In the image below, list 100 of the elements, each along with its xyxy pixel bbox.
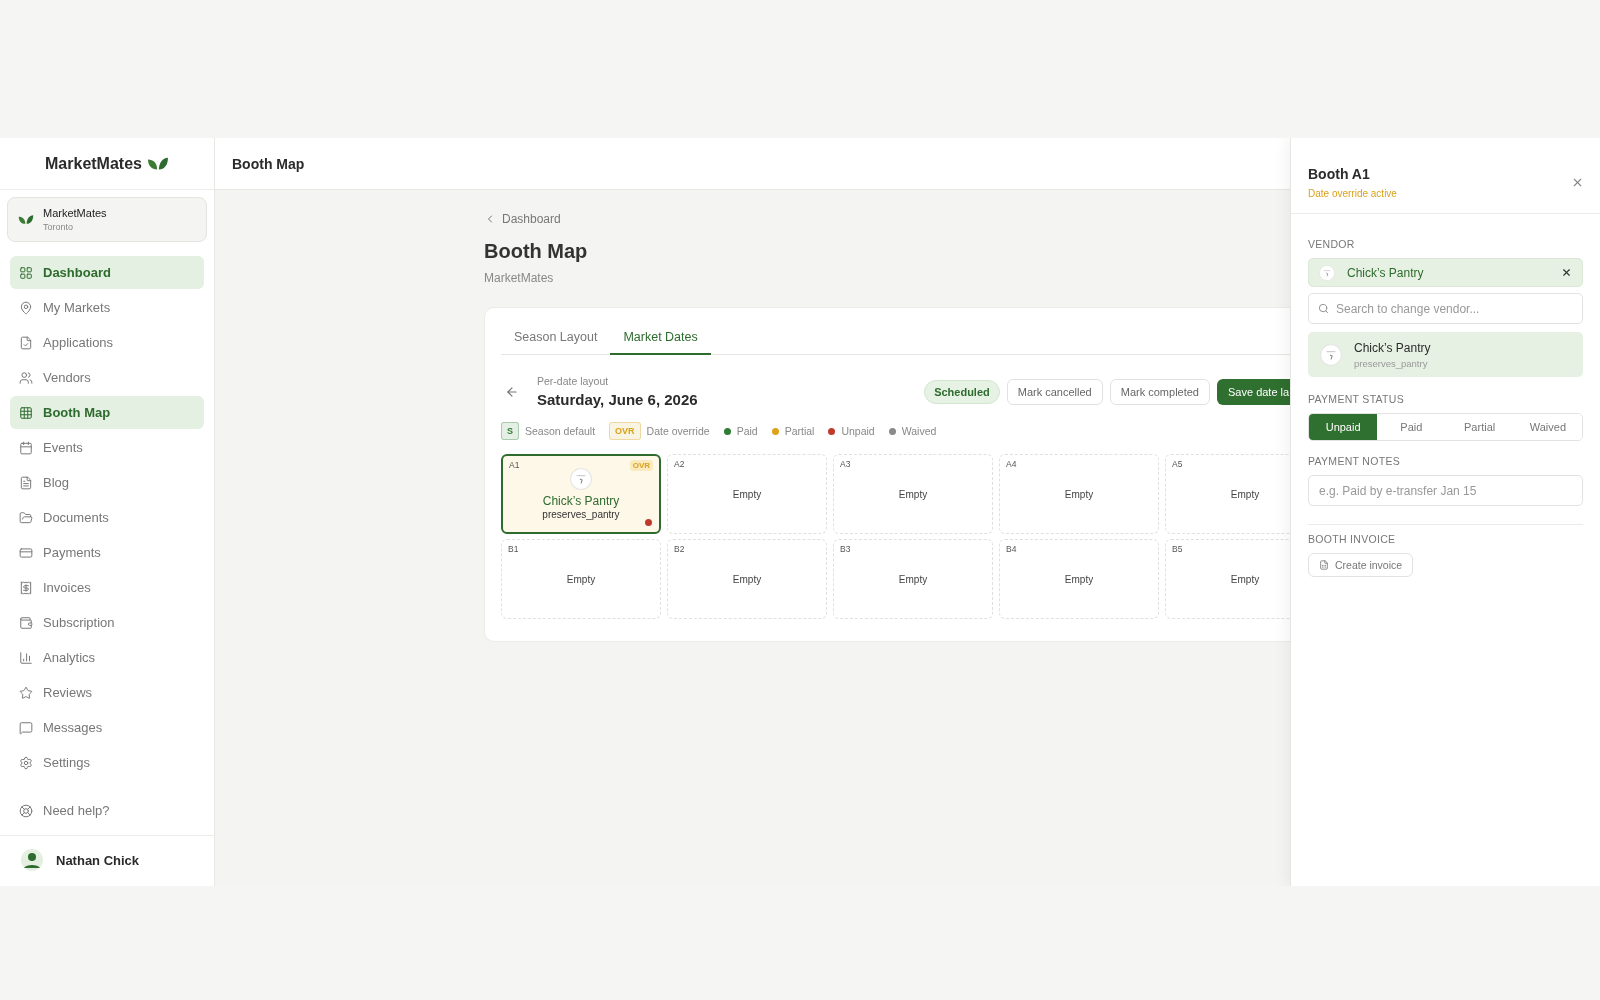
organization-city: Toronto [43, 222, 75, 232]
back-arrow-icon[interactable] [505, 384, 519, 399]
tab[interactable]: Season Layout [501, 318, 611, 355]
nav-item[interactable]: Analytics [10, 641, 204, 674]
empty-label: Empty [732, 488, 762, 500]
legend-badge: S [501, 422, 519, 440]
nav-item[interactable]: Vendors [10, 361, 204, 394]
user-name: Nathan Chick [56, 852, 140, 868]
empty-label: Empty [1230, 488, 1260, 500]
nav-item[interactable]: Reviews [10, 676, 204, 709]
organization-card[interactable]: MarketMates Toronto [7, 197, 207, 242]
status-option[interactable]: Unpaid [1309, 414, 1378, 440]
booth-tile[interactable]: B2 Empty [667, 539, 827, 619]
booth-tile[interactable]: B4 Empty [999, 539, 1159, 619]
nav-item[interactable]: Payments [10, 536, 204, 569]
legend-label: Paid [736, 425, 758, 437]
booth-label: B5 [1172, 544, 1183, 554]
vendor-logo-icon [570, 468, 592, 490]
status-badge: Scheduled [924, 379, 1000, 404]
booth-label: B1 [508, 544, 519, 554]
vendor-result[interactable]: Chick’s Pantry preserves_pantry [1308, 332, 1583, 377]
nav-item[interactable]: Settings [10, 746, 204, 779]
booth-tile[interactable]: B1 Empty [501, 539, 661, 619]
result-handle: preserves_pantry [1354, 357, 1429, 369]
override-badge: OVR [629, 460, 653, 471]
booth-tile[interactable]: A4 Empty [999, 454, 1159, 534]
dashboard-icon [19, 265, 33, 280]
booth-tile[interactable]: A2 Empty [667, 454, 827, 534]
panel-title: Booth A1 [1308, 166, 1371, 182]
vendor-search-field[interactable]: Search to change vendor... [1308, 293, 1583, 324]
booth-label: A1 [509, 460, 520, 470]
grid-icon [19, 405, 33, 420]
legend-label: Unpaid [841, 425, 875, 437]
booth-tile[interactable]: A1 OVR Chick’s Pantry preserves_pantry [501, 454, 661, 534]
header-title: Booth Map [232, 155, 305, 172]
empty-label: Empty [732, 573, 762, 585]
empty-label: Empty [898, 573, 928, 585]
legend-label: Waived [901, 425, 937, 437]
create-invoice-button[interactable]: Create invoice [1308, 553, 1414, 577]
section-label: VENDOR [1308, 238, 1356, 250]
nav-item[interactable]: Messages [10, 711, 204, 744]
legend-label: Season default [525, 425, 596, 437]
booth-label: A4 [1006, 459, 1017, 469]
legend-badge: OVR [609, 422, 641, 440]
page-title: Booth Map [484, 240, 588, 263]
remove-button[interactable] [1561, 267, 1572, 278]
empty-label: Empty [566, 573, 596, 585]
star-icon [19, 685, 33, 700]
booth-tile[interactable]: A3 Empty [833, 454, 993, 534]
nav-item[interactable]: Booth Map [10, 396, 204, 429]
date-caption: Per-date layout [537, 375, 610, 387]
wallet-icon [19, 615, 33, 630]
nav-item[interactable]: Blog [10, 466, 204, 499]
close-icon [1561, 267, 1572, 278]
booth-label: A5 [1172, 459, 1183, 469]
legend-label: Partial [784, 425, 815, 437]
document-icon [19, 475, 33, 490]
lifebuoy-icon [19, 803, 33, 818]
nav-item[interactable]: My Markets [10, 291, 204, 324]
vendor-handle: preserves_pantry [542, 509, 620, 520]
action-button[interactable]: Mark completed [1109, 378, 1210, 405]
empty-label: Empty [1230, 573, 1260, 585]
user-avatar [20, 848, 44, 872]
selected-vendor-name: Chick’s Pantry [1347, 265, 1425, 280]
vendor-name: Chick’s Pantry [542, 494, 620, 508]
leaf-logo-icon [146, 155, 169, 172]
receipt-icon [19, 580, 33, 595]
booth-label: A2 [674, 459, 685, 469]
nav-item[interactable]: Dashboard [10, 256, 204, 289]
empty-label: Empty [1064, 573, 1094, 585]
close-icon [1571, 176, 1584, 189]
notes-field[interactable]: e.g. Paid by e-transfer Jan 15 [1308, 475, 1583, 506]
booth-label: B2 [674, 544, 685, 554]
nav-item[interactable]: Subscription [10, 606, 204, 639]
nav-item[interactable]: Invoices [10, 571, 204, 604]
empty-label: Empty [1064, 488, 1094, 500]
result-name: Chick’s Pantry [1354, 340, 1431, 355]
organization-name: MarketMates [43, 207, 107, 219]
nav-item[interactable]: Events [10, 431, 204, 464]
credit-card-icon [19, 545, 33, 560]
search-icon [1318, 303, 1329, 314]
breadcrumb-link[interactable]: Dashboard [484, 212, 561, 226]
message-icon [19, 720, 33, 735]
map-pin-icon [19, 300, 33, 315]
brand-name: MarketMates [45, 154, 142, 173]
booth-label: A3 [840, 459, 851, 469]
help-link[interactable]: Need help? [10, 794, 204, 827]
nav-item[interactable]: Documents [10, 501, 204, 534]
market-date: Saturday, June 6, 2026 [537, 391, 698, 408]
tab[interactable]: Market Dates [610, 318, 711, 355]
booth-label: B4 [1006, 544, 1017, 554]
booth-tile[interactable]: B3 Empty [833, 539, 993, 619]
panel-subtitle: Date override active [1308, 188, 1397, 199]
page-subtitle: MarketMates [484, 271, 554, 285]
action-button[interactable]: Mark cancelled [1006, 378, 1103, 405]
folder-icon [19, 510, 33, 525]
bar-chart-icon [19, 650, 33, 665]
legend-label: Date override [646, 425, 710, 437]
nav-item[interactable]: Applications [10, 326, 204, 359]
empty-label: Empty [898, 488, 928, 500]
